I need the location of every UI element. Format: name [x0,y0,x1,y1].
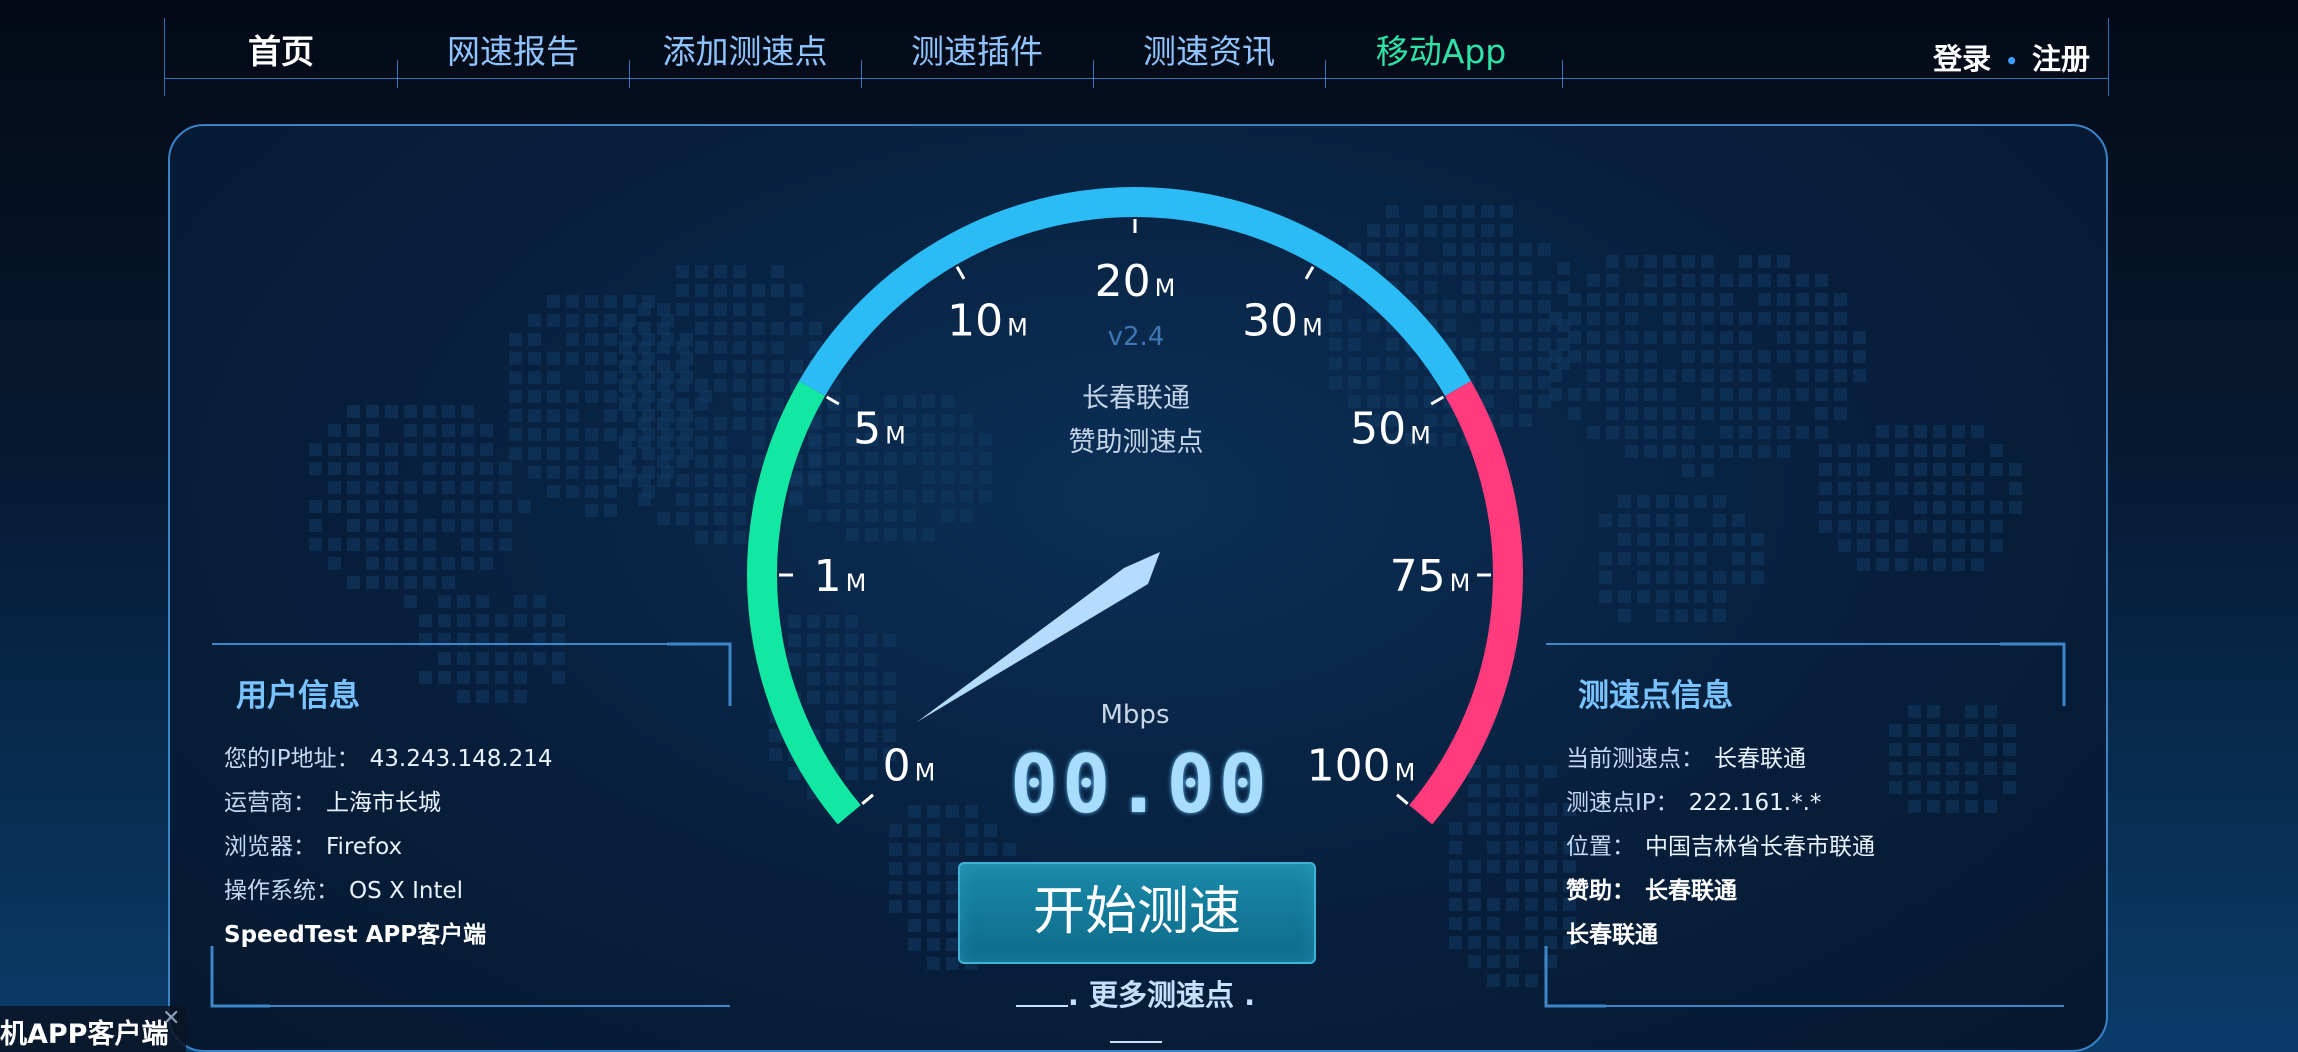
gauge-tick-label: 75 M [1390,551,1471,602]
more-underline-right [1109,1023,1162,1043]
gauge-server-name: 长春联通 [1082,383,1190,414]
floating-app-ad-text: 机APP客户端 [0,1019,169,1050]
version-label: v2.4 [1107,322,1165,352]
speed-readout: 00.00 [1010,738,1271,831]
gauge-tick-label: 0M [883,741,936,792]
gauge-sponsor-text: 赞助测速点 [1068,427,1204,458]
more-test-points-label: . 更多测速点 . [1067,978,1256,1012]
gauge-tick-mark [861,793,874,805]
gauge-tick-label: 1M [814,551,867,602]
gauge-tick-label: 50 M [1350,404,1431,455]
floating-app-ad[interactable]: 机APP客户端 ✕ [0,1006,186,1052]
gauge-tick-mark [825,395,840,406]
gauge-tick-mark [955,265,966,280]
gauge-tick-mark [1304,265,1315,280]
close-icon[interactable]: ✕ [162,1006,180,1031]
more-underline-left [1015,987,1068,1007]
gauge-tick-label: 5M [853,404,906,455]
gauge-tick-mark [1430,395,1445,406]
speed-unit-label: Mbps [1100,700,1170,730]
gauge-tick-label: 100 M [1307,741,1416,792]
start-test-button[interactable]: 开始测速 [958,862,1316,964]
more-test-points-link[interactable]: . 更多测速点 . [993,972,1278,1048]
gauge-tick-mark [1396,793,1409,805]
gauge-tick-label: 20 M [1095,256,1176,307]
gauge-needle [917,552,1160,722]
